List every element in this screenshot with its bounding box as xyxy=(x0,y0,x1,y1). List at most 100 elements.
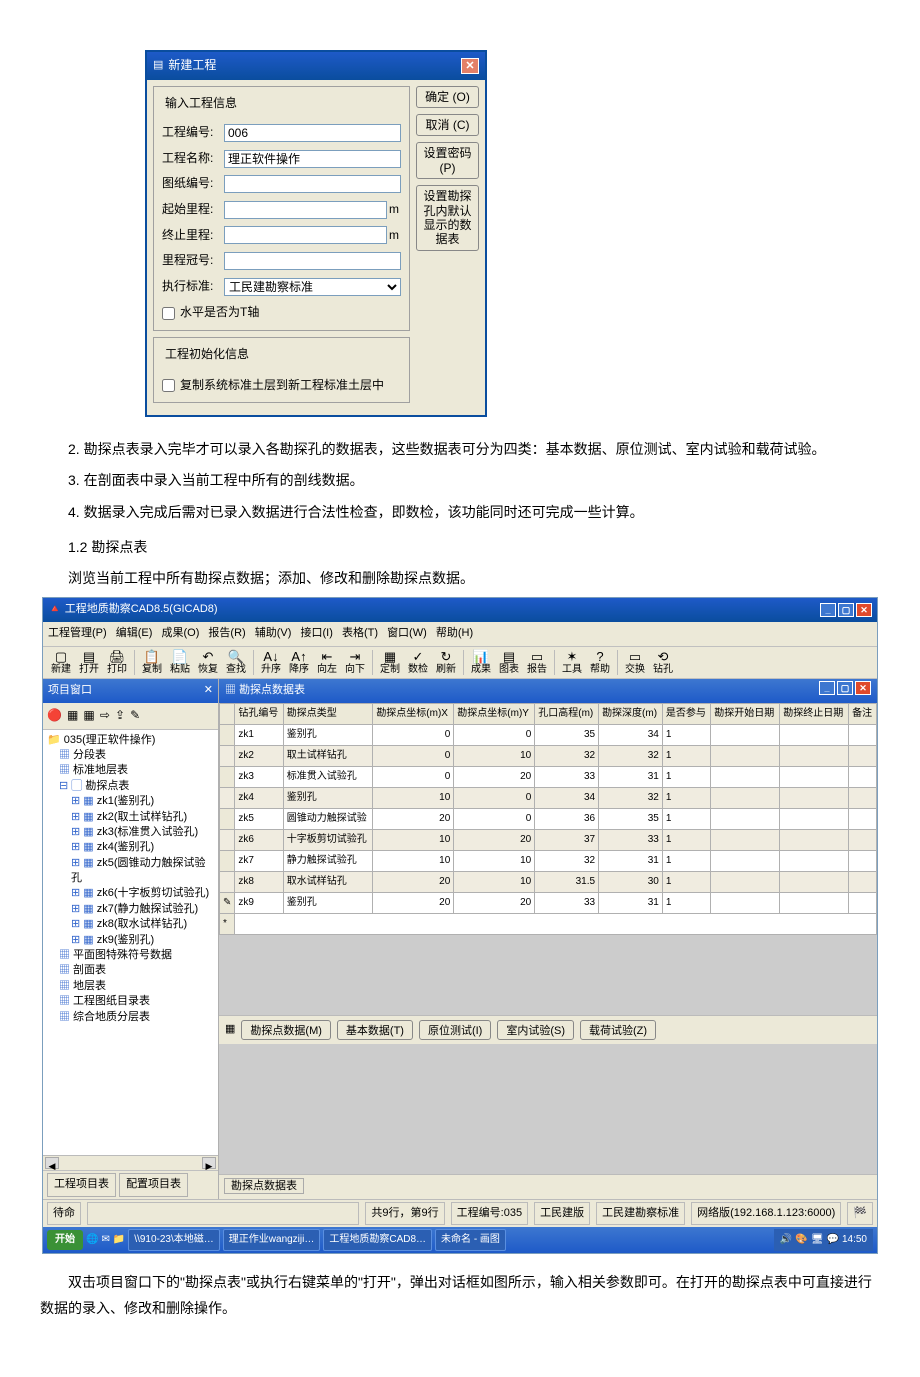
mile-code-input[interactable] xyxy=(224,252,401,270)
table-row[interactable]: zk8取水试样钻孔201031.5301 xyxy=(220,871,877,892)
tray-icon[interactable]: 🖥 xyxy=(811,1231,824,1249)
table-row[interactable]: zk2取土试样钻孔01032321 xyxy=(220,745,877,766)
menu-assist[interactable]: 辅助(V) xyxy=(255,627,292,639)
table-row[interactable]: ✎zk9鉴别孔202033311 xyxy=(220,892,877,913)
menu-result[interactable]: 成果(O) xyxy=(161,627,199,639)
col-type[interactable]: 勘探点类型 xyxy=(283,703,373,724)
menu-window[interactable]: 窗口(W) xyxy=(387,627,427,639)
project-id-input[interactable] xyxy=(224,124,401,142)
horizontal-t-checkbox[interactable] xyxy=(162,307,175,320)
toolbar-刷新[interactable]: ↻刷新 xyxy=(433,650,459,675)
toolbar-成果[interactable]: 📊成果 xyxy=(468,650,494,675)
tree-root[interactable]: 035(理正软件操作) xyxy=(64,734,156,746)
col-y[interactable]: 勘探点坐标(m)Y xyxy=(454,703,535,724)
sheet-tab[interactable]: 勘探点数据表 xyxy=(224,1178,304,1194)
toolbar-复制[interactable]: 📋复制 xyxy=(139,650,165,675)
close-icon[interactable]: ✕ xyxy=(856,603,872,617)
sidebar-tool-icon[interactable]: ✎ xyxy=(130,708,140,722)
drawing-id-input[interactable] xyxy=(224,175,401,193)
tree-node[interactable]: ⊞ ▦ zk3(标准贯入试验孔) xyxy=(47,825,214,840)
toolbar-降序[interactable]: A↑降序 xyxy=(286,650,312,675)
scroll-left-icon[interactable]: ◀ xyxy=(45,1157,59,1169)
project-name-input[interactable] xyxy=(224,150,401,168)
sidebar-tool-icon[interactable]: 🔴 xyxy=(47,708,62,722)
tray-icon[interactable]: 🔊 xyxy=(780,1231,792,1249)
menu-table[interactable]: 表格(T) xyxy=(342,627,378,639)
tree-node[interactable]: ⊟ ▢ 勘探点表 xyxy=(47,779,214,794)
table-row[interactable]: zk5圆锥动力触探试验20036351 xyxy=(220,808,877,829)
tree-node[interactable]: ▦ 标准地层表 xyxy=(47,763,214,778)
start-button[interactable]: 开始 xyxy=(47,1230,83,1250)
tree-node[interactable]: ▦ 地层表 xyxy=(47,979,214,994)
tree-node[interactable]: ⊞ ▦ zk8(取水试样钻孔) xyxy=(47,917,214,932)
btn-insitu-test[interactable]: 原位测试(I) xyxy=(419,1020,491,1040)
taskbar-app[interactable]: 未命名 - 画图 xyxy=(435,1229,506,1251)
btn-load-test[interactable]: 载荷试验(Z) xyxy=(580,1020,656,1040)
col-id[interactable]: 钻孔编号 xyxy=(235,703,283,724)
toolbar-钻孔[interactable]: ⟲钻孔 xyxy=(650,650,676,675)
copy-std-checkbox[interactable] xyxy=(162,379,175,392)
sidebar-tab-project[interactable]: 工程项目表 xyxy=(47,1173,116,1197)
toolbar-数检[interactable]: ✓数检 xyxy=(405,650,431,675)
btn-basic-data[interactable]: 基本数据(T) xyxy=(337,1020,413,1040)
sidebar-tool-icon[interactable]: ⇨ xyxy=(100,708,110,722)
scroll-right-icon[interactable]: ▶ xyxy=(202,1157,216,1169)
toolbar-恢复[interactable]: ↶恢复 xyxy=(195,650,221,675)
minimize-icon[interactable]: _ xyxy=(819,681,835,695)
maximize-icon[interactable]: ▢ xyxy=(838,603,854,617)
new-row[interactable]: * xyxy=(220,913,877,934)
taskbar-app[interactable]: 工程地质勘察CAD8… xyxy=(323,1229,432,1251)
tree-node[interactable]: ⊞ ▦ zk9(鉴别孔) xyxy=(47,933,214,948)
standard-select[interactable]: 工民建勘察标准 xyxy=(224,278,401,296)
data-grid[interactable]: 钻孔编号 勘探点类型 勘探点坐标(m)X 勘探点坐标(m)Y 孔口高程(m) 勘… xyxy=(219,703,877,935)
toolbar-报告[interactable]: ▭报告 xyxy=(524,650,550,675)
sidebar-tool-icon[interactable]: ⇪ xyxy=(115,708,125,722)
toolbar-图表[interactable]: ▤图表 xyxy=(496,650,522,675)
folder-icon[interactable]: 📁 xyxy=(47,734,61,746)
btn-lab-test[interactable]: 室内试验(S) xyxy=(497,1020,574,1040)
start-mile-input[interactable] xyxy=(224,201,387,219)
taskbar-app[interactable]: \\910-23\本地磁… xyxy=(128,1229,219,1251)
table-row[interactable]: zk3标准贯入试验孔02033311 xyxy=(220,766,877,787)
quickstart-icon[interactable]: ✉ xyxy=(101,1231,109,1249)
end-mile-input[interactable] xyxy=(224,226,387,244)
toolbar-打印[interactable]: 🖨打印 xyxy=(104,650,130,675)
tray-icon[interactable]: 🎨 xyxy=(795,1231,807,1249)
tree-node[interactable]: ⊞ ▦ zk2(取土试样钻孔) xyxy=(47,810,214,825)
toolbar-向下[interactable]: ⇥向下 xyxy=(342,650,368,675)
col-elev[interactable]: 孔口高程(m) xyxy=(535,703,599,724)
toolbar-帮助[interactable]: ?帮助 xyxy=(587,650,613,675)
menu-project[interactable]: 工程管理(P) xyxy=(48,627,107,639)
col-part[interactable]: 是否参与 xyxy=(662,703,710,724)
close-icon[interactable]: ✕ xyxy=(855,681,871,695)
sidebar-tool-icon[interactable]: ▦ xyxy=(83,708,94,722)
toolbar-打开[interactable]: ▤打开 xyxy=(76,650,102,675)
tray-icon[interactable]: 💬 xyxy=(827,1231,839,1249)
menu-report[interactable]: 报告(R) xyxy=(208,627,245,639)
tree-node[interactable]: ⊞ ▦ zk5(圆锥动力触探试验孔 xyxy=(47,856,214,887)
toolbar-向左[interactable]: ⇤向左 xyxy=(314,650,340,675)
tree-node[interactable]: ⊞ ▦ zk4(鉴别孔) xyxy=(47,840,214,855)
tree-node[interactable]: ▦ 工程图纸目录表 xyxy=(47,994,214,1009)
sidebar-close-icon[interactable]: ✕ xyxy=(204,681,213,701)
toolbar-交换[interactable]: ▭交换 xyxy=(622,650,648,675)
sidebar-tab-config[interactable]: 配置项目表 xyxy=(119,1173,188,1197)
table-row[interactable]: zk7静力触探试验孔101032311 xyxy=(220,850,877,871)
menu-help[interactable]: 帮助(H) xyxy=(436,627,473,639)
toolbar-新建[interactable]: ▢新建 xyxy=(48,650,74,675)
tree-node[interactable]: ▦ 剖面表 xyxy=(47,963,214,978)
quickstart-icon[interactable]: 📁 xyxy=(113,1231,125,1249)
toolbar-升序[interactable]: A↓升序 xyxy=(258,650,284,675)
maximize-icon[interactable]: ▢ xyxy=(837,681,853,695)
col-remark[interactable]: 备注 xyxy=(849,703,877,724)
set-default-table-button[interactable]: 设置勘探孔内默认显示的数据表 xyxy=(416,185,479,251)
ok-button[interactable]: 确定 (O) xyxy=(416,86,479,108)
tree-node[interactable]: ▦ 分段表 xyxy=(47,748,214,763)
menu-interface[interactable]: 接口(I) xyxy=(301,627,333,639)
table-row[interactable]: zk6十字板剪切试验孔102037331 xyxy=(220,829,877,850)
table-row[interactable]: zk1鉴别孔0035341 xyxy=(220,724,877,745)
close-icon[interactable]: ✕ xyxy=(461,58,479,74)
tree-node[interactable]: ⊞ ▦ zk7(静力触探试验孔) xyxy=(47,902,214,917)
toolbar-工具[interactable]: ✶工具 xyxy=(559,650,585,675)
toolbar-粘贴[interactable]: 📄粘贴 xyxy=(167,650,193,675)
